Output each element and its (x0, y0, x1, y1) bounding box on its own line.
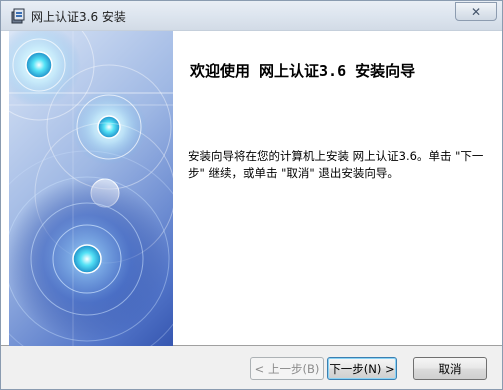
welcome-description: 安装向导将在您的计算机上安装 网上认证3.6。单击 "下一步" 继续，或单击 "… (188, 149, 484, 180)
close-icon: ✕ (470, 4, 482, 19)
cancel-button[interactable]: 取消 (413, 357, 487, 380)
ripple-artwork (9, 31, 173, 346)
installer-window: 网上认证3.6 安装 ✕ 欢迎使用 网上认证3.6 安装向导 安装向导将在您的计… (0, 0, 503, 390)
back-button[interactable]: < 上一步(B) (250, 357, 324, 380)
close-button[interactable]: ✕ (455, 2, 497, 21)
button-bar: < 上一步(B) 下一步(N) > 取消 (1, 347, 502, 389)
wizard-side-banner (9, 31, 173, 346)
installer-app-icon (11, 8, 25, 24)
title-bar[interactable]: 网上认证3.6 安装 ✕ (1, 1, 502, 31)
welcome-panel: 欢迎使用 网上认证3.6 安装向导 安装向导将在您的计算机上安装 网上认证3.6… (1, 31, 502, 346)
window-title: 网上认证3.6 安装 (31, 10, 126, 24)
next-button[interactable]: 下一步(N) > (327, 357, 397, 380)
welcome-heading: 欢迎使用 网上认证3.6 安装向导 (190, 62, 416, 80)
